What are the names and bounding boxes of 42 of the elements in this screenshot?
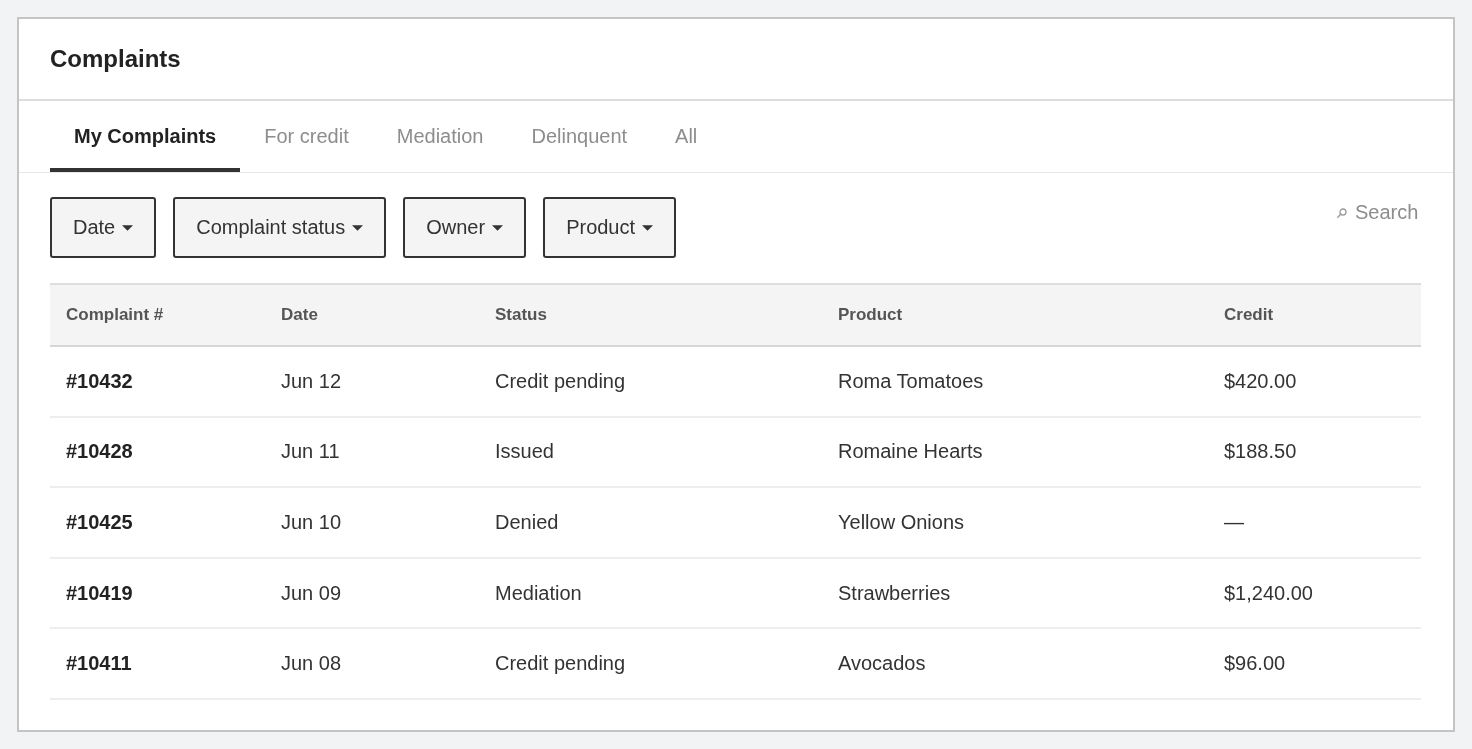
complaint-number: #10411 <box>66 652 132 676</box>
filter-dropdown[interactable]: Complaint status <box>173 197 387 258</box>
column-header: Credit <box>1224 305 1274 325</box>
tab[interactable]: My Complaints <box>50 101 241 172</box>
table-cell: Romaine Hearts <box>838 440 983 464</box>
table-cell: Credit pending <box>495 652 626 676</box>
column-header: Date <box>281 305 318 325</box>
complaint-number: #10419 <box>66 581 133 605</box>
table-cell: Strawberries <box>838 581 951 605</box>
filter-dropdown[interactable]: Owner <box>403 197 527 258</box>
table-cell: Issued <box>495 440 554 464</box>
panel-title: Complaints <box>50 45 181 73</box>
table-cell: Jun 11 <box>281 440 340 464</box>
filter-dropdown[interactable]: Product <box>543 197 677 258</box>
table-cell: Jun 08 <box>281 652 342 676</box>
table-cell: Credit pending <box>495 369 626 393</box>
complaint-number: #10432 <box>66 369 133 393</box>
table-cell: Roma Tomatoes <box>838 369 984 393</box>
caret-icon <box>492 224 504 231</box>
table-cell: Jun 12 <box>281 369 342 393</box>
table-cell: — <box>1224 511 1244 534</box>
caret-icon <box>352 224 364 231</box>
column-header: Status <box>495 305 547 325</box>
caret-icon <box>642 224 654 231</box>
caret-icon <box>122 224 134 231</box>
column-header: Product <box>838 305 903 325</box>
complaint-number: #10428 <box>66 440 133 464</box>
table-cell: Jun 09 <box>281 581 342 605</box>
table-cell: $1,240.00 <box>1224 581 1313 605</box>
table-cell: Jun 10 <box>281 511 342 534</box>
filter-dropdown[interactable]: Date <box>50 197 157 258</box>
table-cell: $96.00 <box>1224 652 1286 676</box>
table-cell: $188.50 <box>1224 440 1297 464</box>
search-icon <box>1337 207 1347 218</box>
table-cell: $420.00 <box>1224 369 1297 393</box>
complaint-number: #10425 <box>66 511 133 534</box>
table-cell: Denied <box>495 511 559 534</box>
table-cell: Yellow Onions <box>838 511 964 534</box>
table-cell: Avocados <box>838 652 926 676</box>
search-field[interactable]: Search <box>1337 201 1421 224</box>
table-cell: Mediation <box>495 581 582 605</box>
column-header: Complaint # <box>66 305 164 325</box>
